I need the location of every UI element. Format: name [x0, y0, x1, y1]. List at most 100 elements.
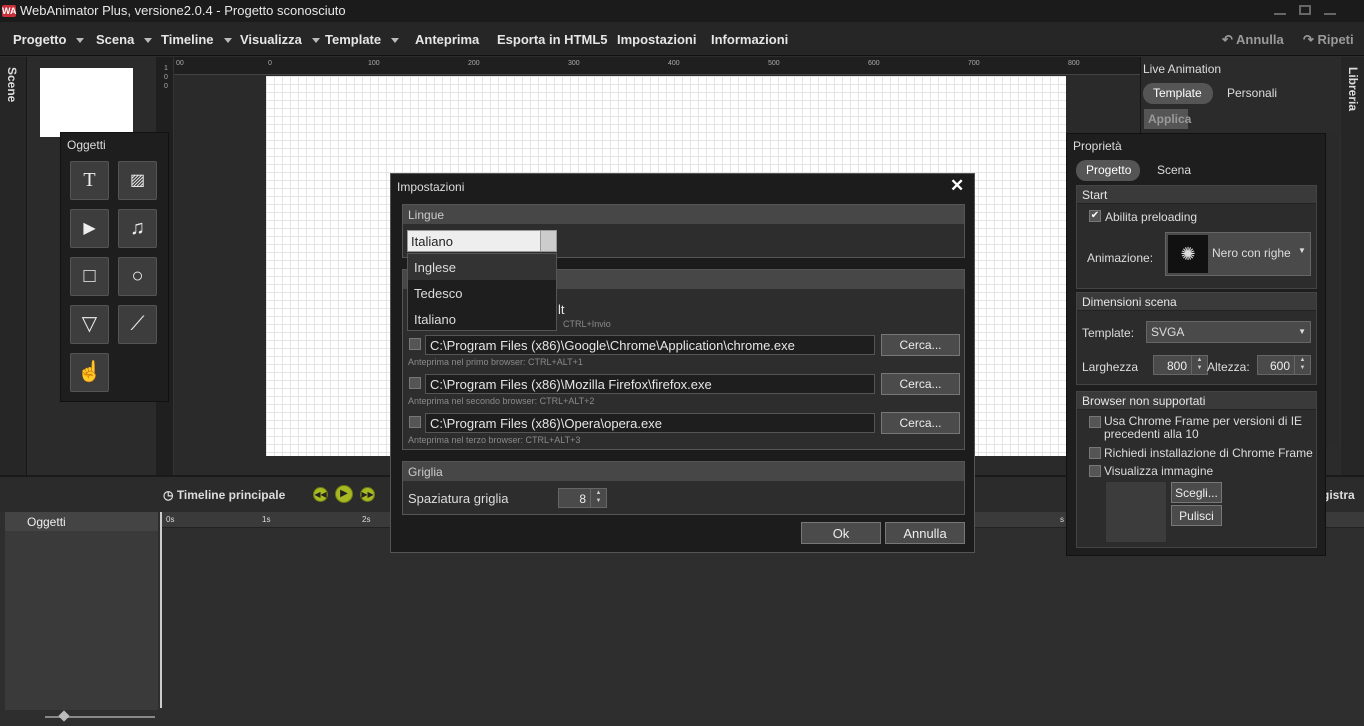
menu-informazioni[interactable]: Informazioni — [711, 32, 788, 47]
menu-progetto[interactable]: Progetto — [13, 32, 85, 47]
redo-button[interactable]: ↷ Ripeti — [1303, 32, 1354, 48]
play-icon[interactable]: ▶ — [335, 485, 353, 503]
hand-tool-icon[interactable]: ☝ — [70, 353, 109, 392]
scene-tab[interactable]: Scene — [5, 67, 19, 102]
fast-forward-icon[interactable]: ▶▶ — [360, 487, 375, 502]
tab-progetto[interactable]: Progetto — [1076, 160, 1140, 181]
browse3-button[interactable]: Cerca... — [881, 412, 960, 434]
ruler-tick: 800 — [1068, 60, 1080, 67]
chevron-down-icon — [391, 38, 400, 44]
rectangle-tool-icon[interactable]: □ — [70, 257, 109, 296]
choose-button[interactable]: Scegli... — [1171, 482, 1222, 503]
ruler-tick: 0 — [268, 60, 272, 67]
ok-button[interactable]: Ok — [801, 522, 881, 544]
scrollbar[interactable] — [1326, 133, 1338, 446]
show-image-label: Visualizza immagine — [1104, 464, 1214, 478]
template-label: Template: — [1082, 326, 1135, 340]
playhead[interactable] — [160, 512, 162, 708]
unsupported-header: Browser non supportati — [1077, 392, 1316, 410]
maximize-button[interactable] — [1299, 5, 1311, 15]
cancel-button[interactable]: Annulla — [885, 522, 965, 544]
redo-label: Ripeti — [1317, 32, 1354, 47]
animation-select[interactable]: ✺ Nero con righe b ▼ — [1165, 232, 1311, 276]
language-option-inglese[interactable]: Inglese — [408, 254, 556, 280]
browse2-button[interactable]: Cerca... — [881, 373, 960, 395]
tab-scena[interactable]: Scena — [1147, 160, 1203, 181]
triangle-tool-icon[interactable]: ▽ — [70, 305, 109, 344]
menu-scena[interactable]: Scena — [96, 32, 153, 47]
menu-label: Progetto — [13, 32, 67, 47]
line-tool-icon[interactable]: ⟋ — [118, 305, 157, 344]
browser3-path-field[interactable]: C:\Program Files (x86)\Opera\opera.exe — [425, 413, 875, 433]
rewind-icon[interactable]: ◀◀ — [313, 487, 328, 502]
browser1-hint: Anteprima nel primo browser: CTRL+ALT+1 — [408, 357, 583, 367]
properties-panel: Proprietà Progetto Scena Start ✔ Abilita… — [1066, 133, 1326, 556]
chevron-down-icon[interactable] — [540, 231, 556, 251]
height-label: Altezza: — [1207, 360, 1250, 374]
clear-button[interactable]: Pulisci — [1171, 505, 1222, 526]
apply-button[interactable]: Applica — [1144, 109, 1191, 129]
library-tab[interactable]: Libreria — [1346, 67, 1360, 111]
browse1-button[interactable]: Cerca... — [881, 334, 960, 356]
ellipse-tool-icon[interactable]: ○ — [118, 257, 157, 296]
tab-template[interactable]: Template — [1143, 83, 1213, 104]
chevron-down-icon — [311, 38, 320, 44]
menu-bar: Progetto Scena Timeline Visualizza Templ… — [0, 22, 1364, 56]
menu-timeline[interactable]: Timeline — [161, 32, 232, 47]
browser2-path-field[interactable]: C:\Program Files (x86)\Mozilla Firefox\f… — [425, 374, 875, 394]
language-value: Italiano — [411, 234, 453, 249]
minimize-button[interactable] — [1274, 5, 1286, 15]
menu-impostazioni[interactable]: Impostazioni — [617, 32, 696, 47]
preloading-checkbox[interactable]: ✔ — [1089, 210, 1101, 222]
browser2-hint: Anteprima nel secondo browser: CTRL+ALT+… — [408, 396, 595, 406]
template-value: SVGA — [1151, 325, 1185, 339]
menu-label: Scena — [96, 32, 135, 47]
image-tool-icon[interactable]: ▨ — [118, 161, 157, 200]
width-stepper[interactable]: 800 ▲ ▼ — [1153, 355, 1208, 375]
scene-thumbnail[interactable] — [40, 68, 133, 137]
app-logo-icon: WA — [2, 5, 17, 17]
language-option-italiano[interactable]: Italiano — [408, 306, 556, 332]
horizontal-ruler: 00 0 100 200 300 400 500 600 700 800 — [174, 57, 1140, 75]
redo-icon: ↷ — [1303, 32, 1318, 47]
browser2-checkbox[interactable] — [409, 377, 421, 389]
language-option-tedesco[interactable]: Tedesco — [408, 280, 556, 306]
menu-template[interactable]: Template — [325, 32, 400, 47]
timeline-title: ◷ Timeline principale — [163, 488, 285, 502]
menu-visualizza[interactable]: Visualizza — [240, 32, 320, 47]
grid-header: Griglia — [403, 462, 964, 481]
tab-personali[interactable]: Personali — [1217, 83, 1287, 104]
require-chrome-frame-label: Richiedi installazione di Chrome Frame — [1104, 446, 1313, 460]
browser1-checkbox[interactable] — [409, 338, 421, 350]
browser3-checkbox[interactable] — [409, 416, 421, 428]
ruler-tick: 300 — [568, 60, 580, 67]
show-image-checkbox[interactable] — [1089, 465, 1101, 477]
browser1-path-field[interactable]: C:\Program Files (x86)\Google\Chrome\App… — [425, 335, 875, 355]
default-preview-shortcut: CTRL+Invio — [563, 319, 611, 329]
audio-tool-icon[interactable]: ♫ — [118, 209, 157, 248]
ruler-tick: 400 — [668, 60, 680, 67]
text-tool-icon[interactable]: T — [70, 161, 109, 200]
width-value: 800 — [1166, 359, 1187, 373]
grid-spacing-stepper[interactable]: 8 ▲ ▼ — [558, 488, 607, 508]
close-icon[interactable]: ✕ — [950, 176, 964, 196]
undo-button[interactable]: ↶ Annulla — [1222, 32, 1284, 48]
require-chrome-frame-checkbox[interactable] — [1089, 447, 1101, 459]
template-select[interactable]: SVGA ▼ — [1146, 321, 1311, 343]
stepper-arrows-icon[interactable]: ▲ ▼ — [1191, 356, 1207, 374]
language-select[interactable]: Italiano — [407, 230, 557, 252]
stepper-arrows-icon[interactable]: ▲ ▼ — [1294, 356, 1310, 374]
ruler-tick: 500 — [768, 60, 780, 67]
unsupported-section: Browser non supportati Usa Chrome Frame … — [1076, 391, 1317, 548]
video-tool-icon[interactable]: ▶ — [70, 209, 109, 248]
close-window-button[interactable] — [1324, 5, 1336, 15]
record-label[interactable]: gistra — [1322, 488, 1355, 502]
chrome-frame-checkbox[interactable] — [1089, 416, 1101, 428]
menu-anteprima[interactable]: Anteprima — [415, 32, 479, 47]
menu-esporta[interactable]: Esporta in HTML5 — [497, 32, 608, 47]
ruler-tick: 100 — [368, 60, 380, 67]
menu-label: Timeline — [161, 32, 214, 47]
stepper-arrows-icon[interactable]: ▲ ▼ — [590, 489, 606, 507]
grid-spacing-label: Spaziatura griglia — [408, 491, 509, 506]
height-stepper[interactable]: 600 ▲ ▼ — [1257, 355, 1311, 375]
